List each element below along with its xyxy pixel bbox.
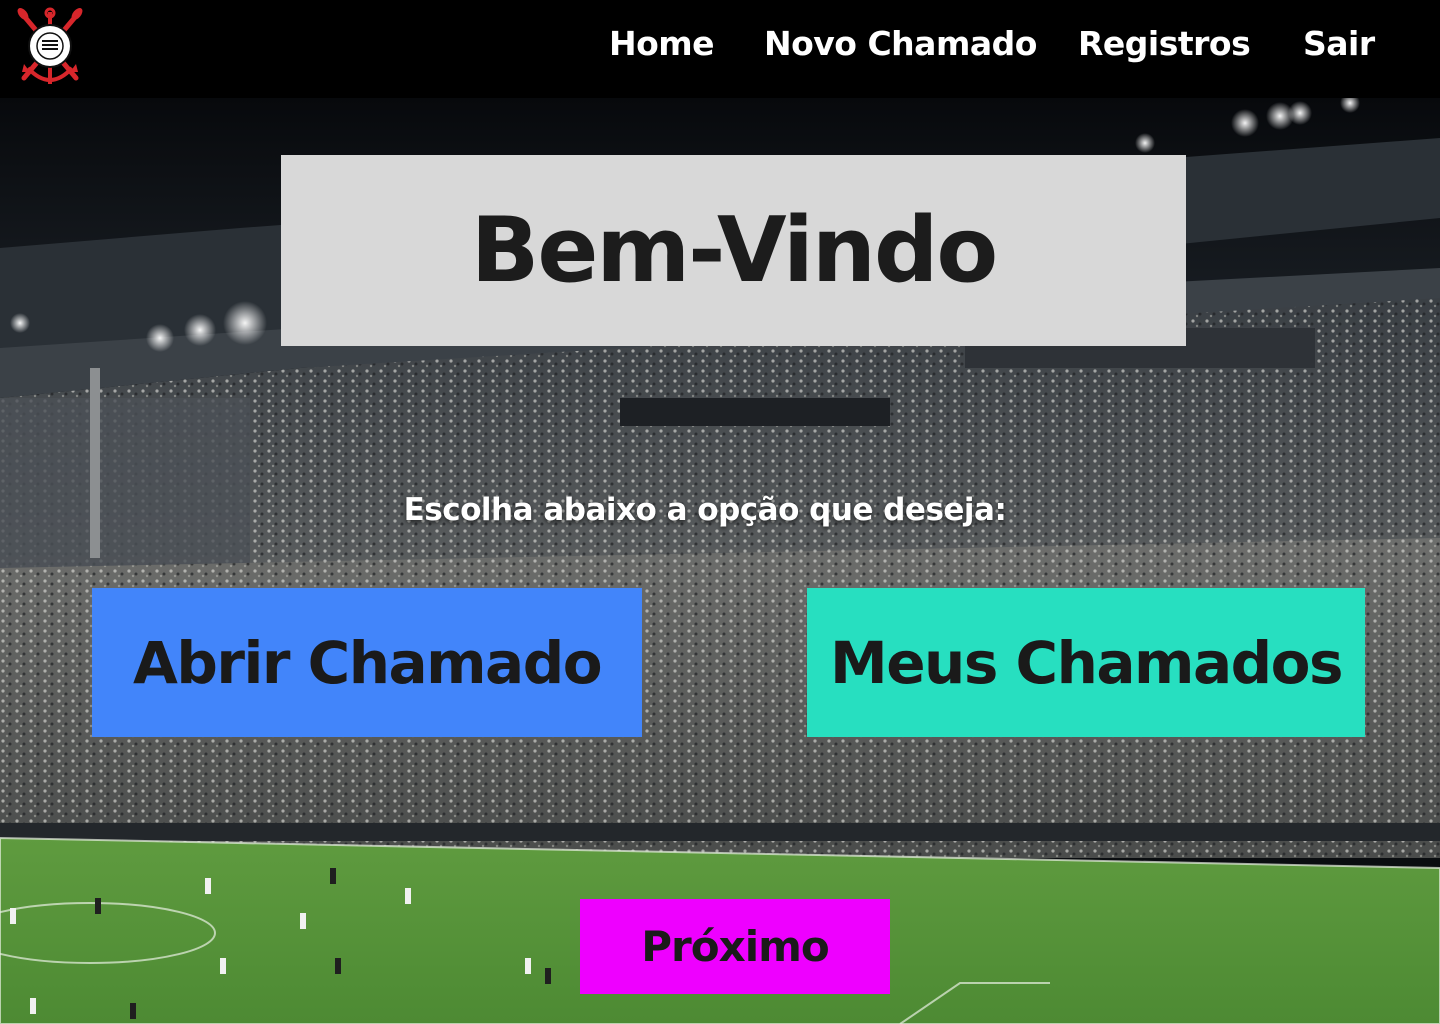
choose-option-prompt: Escolha abaixo a opção que deseja: xyxy=(403,492,1007,528)
nav-new-ticket-link[interactable]: Novo Chamado xyxy=(764,22,1037,66)
club-crest-icon[interactable] xyxy=(14,6,86,90)
my-tickets-button[interactable]: Meus Chamados xyxy=(807,588,1365,737)
welcome-banner: Bem-Vindo xyxy=(281,155,1186,346)
open-ticket-button[interactable]: Abrir Chamado xyxy=(92,588,642,737)
nav-logout-link[interactable]: Sair xyxy=(1303,22,1375,66)
nav-home-link[interactable]: Home xyxy=(609,22,715,66)
next-button[interactable]: Próximo xyxy=(580,899,890,994)
nav-records-link[interactable]: Registros xyxy=(1078,22,1251,66)
top-nav-bar: Home Novo Chamado Registros Sair xyxy=(0,0,1440,98)
page-title: Bem-Vindo xyxy=(470,198,998,303)
